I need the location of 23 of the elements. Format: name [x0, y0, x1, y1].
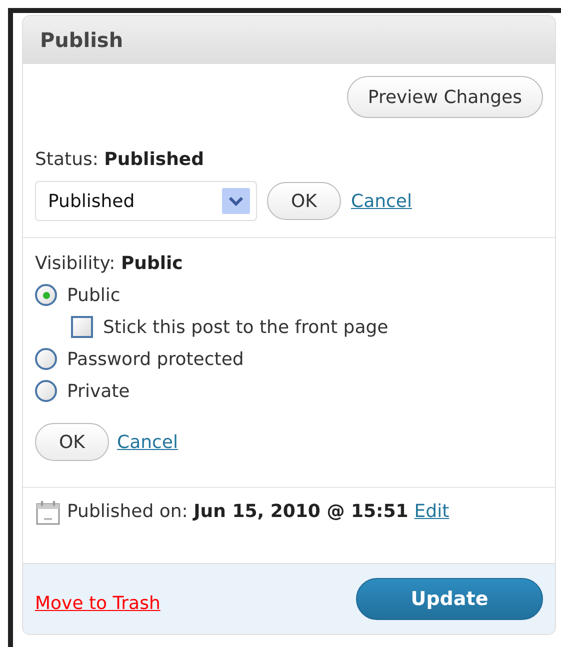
- ok-button[interactable]: OK: [267, 182, 341, 220]
- cancel-link[interactable]: Cancel: [351, 188, 412, 215]
- status-select[interactable]: Published: [35, 181, 257, 222]
- option-label: Stick this post to the front page: [103, 316, 388, 340]
- preview-button[interactable]: Preview Changes: [346, 76, 543, 118]
- option-label: Public: [67, 284, 120, 308]
- panel-title: Publish: [40, 26, 124, 54]
- radio-button[interactable]: [35, 348, 57, 370]
- checkbox[interactable]: [71, 316, 93, 338]
- visibility-text: Visibility: Public: [35, 252, 184, 276]
- radio-button[interactable]: [35, 380, 57, 402]
- trash-link[interactable]: Move to Trash: [35, 590, 160, 617]
- calendar-icon: [35, 500, 61, 526]
- option-label: Password protected: [67, 348, 244, 372]
- cancel-link[interactable]: Cancel: [117, 428, 178, 456]
- ok-button[interactable]: OK: [35, 423, 109, 462]
- radio-button[interactable]: [35, 284, 57, 306]
- status-text: Status: Published: [35, 148, 206, 172]
- edit-link[interactable]: Edit: [414, 498, 450, 526]
- option-label: Private: [67, 380, 130, 404]
- update-button[interactable]: Update: [356, 578, 543, 620]
- dropdown-icon: [222, 188, 250, 214]
- published-on-text: Published on: Jun 15, 2010 @ 15:51: [67, 500, 408, 524]
